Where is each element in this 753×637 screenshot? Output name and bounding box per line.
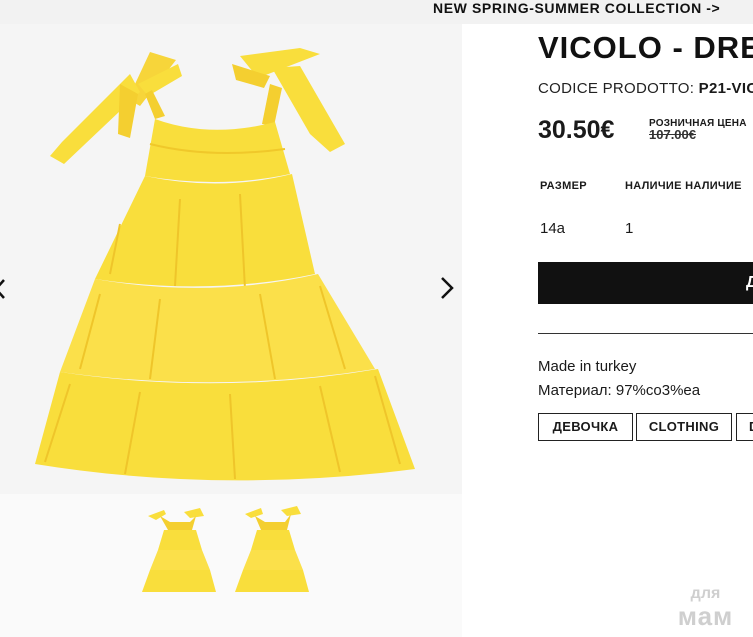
availability-column-header: НАЛИЧИЕ НАЛИЧИЕ	[625, 180, 742, 192]
size-column-header: РАЗМЕР	[540, 180, 587, 192]
tag-clothing[interactable]: CLOTHING	[636, 413, 732, 441]
size-cell: 14a	[540, 220, 566, 237]
watermark-line2: мам	[677, 601, 734, 631]
availability-cell: 1	[625, 220, 634, 237]
dress-thumbnail-2[interactable]	[227, 502, 319, 598]
add-to-cart-label: Д	[746, 274, 753, 291]
add-to-cart-button[interactable]: Д	[538, 262, 753, 304]
product-title: VICOLO - DRE	[538, 30, 753, 65]
made-in-text: Made in turkey	[538, 358, 637, 375]
material-text: Материал: 97%co3%ea	[538, 382, 701, 399]
collection-link[interactable]: NEW SPRING-SUMMER COLLECTION ->	[433, 0, 720, 16]
product-code-label: CODICE PRODOTTO:	[538, 80, 695, 97]
product-main-image[interactable]	[0, 24, 462, 494]
tag-girl[interactable]: ДЕВОЧКА	[538, 413, 633, 441]
dress-thumbnail-1[interactable]	[134, 502, 226, 598]
promo-banner: NEW SPRING-SUMMER COLLECTION ->	[0, 0, 753, 24]
watermark-logo: для мам	[668, 585, 743, 631]
tag-third[interactable]: D	[736, 413, 753, 441]
product-price: 30.50€	[538, 116, 615, 144]
old-price: 107.00€	[649, 127, 696, 142]
product-code-value: P21-VIC	[698, 80, 753, 97]
divider	[538, 333, 753, 334]
product-code: CODICE PRODOTTO: P21-VIC	[538, 80, 753, 97]
yellow-dress-illustration	[35, 48, 415, 481]
